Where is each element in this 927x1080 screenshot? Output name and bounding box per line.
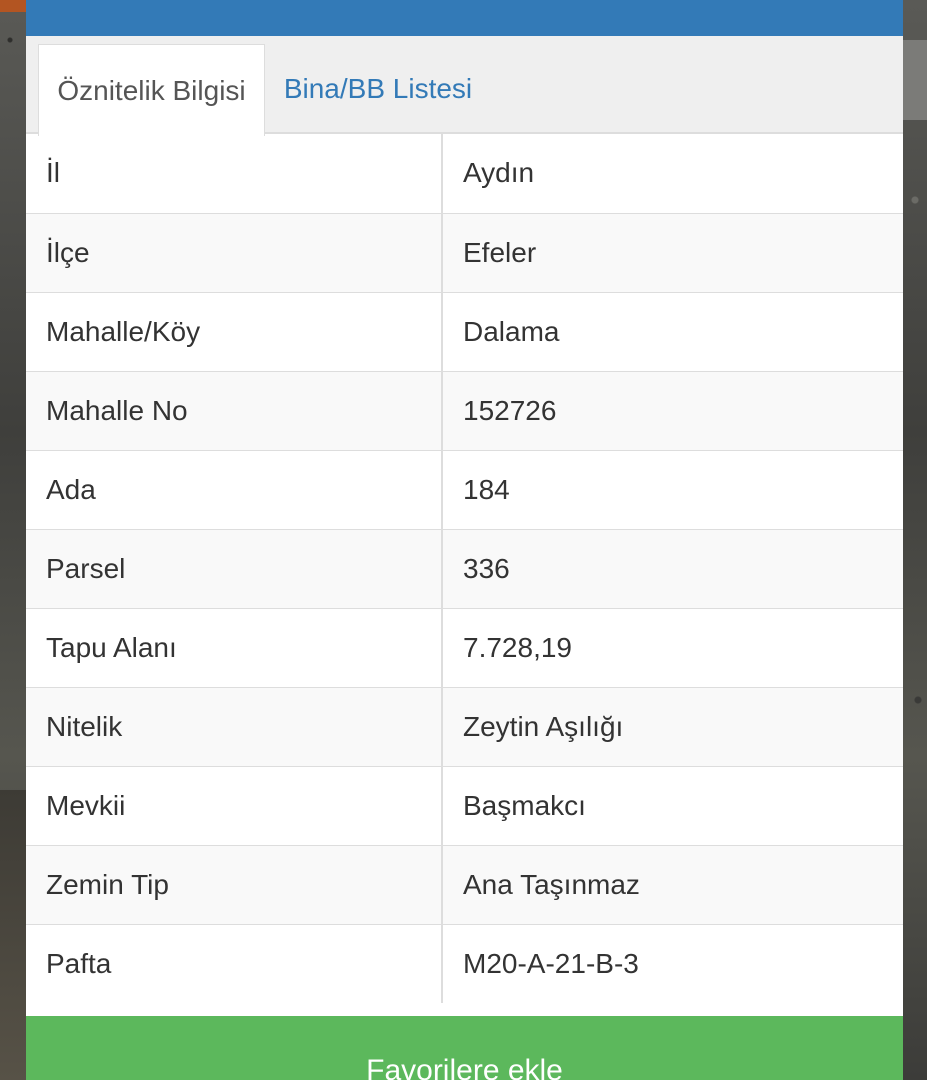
row-value: 184	[442, 449, 903, 529]
row-value: Aydın	[463, 157, 535, 189]
row-value: 7.728,19	[442, 607, 903, 687]
row-key: Mahalle No	[26, 370, 443, 450]
table-row: Pafta M20-A-21-B-3	[26, 923, 903, 1003]
table-row: Nitelik Zeytin Aşılığı	[26, 686, 903, 766]
parcel-info-panel: Öznitelik Bilgisi Bina/BB Listesi İl Ayd…	[26, 0, 903, 1080]
tab-attribute-info[interactable]: Öznitelik Bilgisi	[38, 44, 265, 136]
table-row: İl Aydın	[26, 134, 903, 213]
row-value: 336	[442, 528, 903, 608]
table-row: Mahalle No 152726	[26, 370, 903, 450]
row-key: Mahalle/Köy	[26, 291, 443, 371]
row-key: İlçe	[26, 212, 443, 292]
row-key: Nitelik	[26, 686, 443, 766]
table-row: Parsel 336	[26, 528, 903, 608]
table-row: Ada 184	[26, 449, 903, 529]
row-value: Zeytin Aşılığı	[442, 686, 903, 766]
table-row: İlçe Efeler	[26, 212, 903, 292]
row-value: Dalama	[442, 291, 903, 371]
row-value: Başmakcı	[442, 765, 903, 845]
row-value: Efeler	[442, 212, 903, 292]
row-key: Mevkii	[26, 765, 443, 845]
row-key: Parsel	[26, 528, 443, 608]
table-row: Tapu Alanı 7.728,19	[26, 607, 903, 687]
row-key: İl	[26, 134, 443, 213]
row-value: 152726	[442, 370, 903, 450]
table-row: Mahalle/Köy Dalama	[26, 291, 903, 371]
row-value: Ana Taşınmaz	[442, 844, 903, 924]
row-key: Ada	[26, 449, 443, 529]
scrollbar[interactable]	[903, 40, 927, 120]
table-row: Mevkii Başmakcı	[26, 765, 903, 845]
row-value: M20-A-21-B-3	[442, 923, 903, 1003]
row-key: Tapu Alanı	[26, 607, 443, 687]
attribute-table: İl Aydın İlçe Efeler Mahalle/Köy Dalama …	[26, 134, 903, 1003]
row-key: Pafta	[26, 923, 443, 1003]
panel-header-bar	[26, 0, 903, 36]
tab-building-list[interactable]: Bina/BB Listesi	[278, 44, 478, 134]
add-to-favorites-button[interactable]: Favorilere ekle	[26, 1016, 903, 1080]
tab-bar: Öznitelik Bilgisi Bina/BB Listesi	[26, 36, 903, 136]
row-key: Zemin Tip	[26, 844, 443, 924]
table-row: Zemin Tip Ana Taşınmaz	[26, 844, 903, 924]
